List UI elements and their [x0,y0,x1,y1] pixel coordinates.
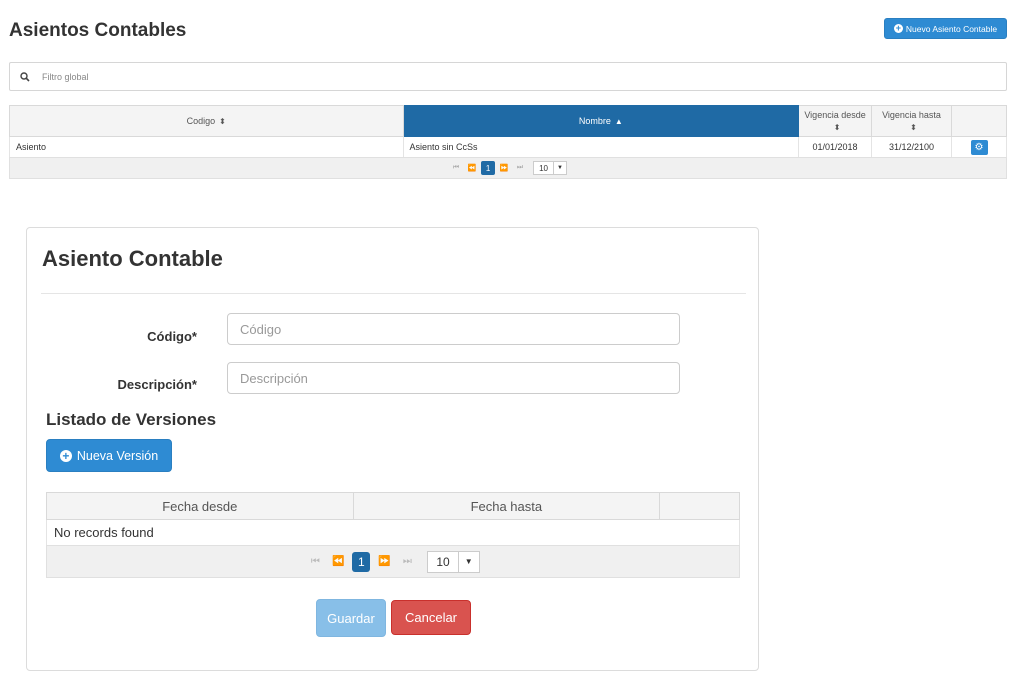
cell-vigencia-hasta: 31/12/2100 [871,136,952,158]
next-page-icon[interactable]: ⏩ [497,161,511,175]
cancel-button[interactable]: Cancelar [391,600,471,635]
cell-vigencia-desde: 01/01/2018 [798,136,873,158]
first-page-icon[interactable]: ⏮ [306,552,324,572]
plus-circle-icon: + [893,23,903,33]
codigo-input[interactable] [227,313,680,345]
cell-actions: ⚙ [951,136,1007,158]
chevron-down-icon: ▼ [552,162,566,174]
asientos-table: Codigo ⬍ Nombre ▲ Vigencia desde ⬍ Vigencia… [9,105,1007,158]
divider [41,293,746,294]
form-title: Asiento Contable [42,246,223,271]
new-asiento-button-label: Nuevo Asiento Contable [905,23,998,34]
column-header-actions [951,105,1007,137]
prev-page-icon[interactable]: ⏪ [465,161,479,175]
plus-circle-icon: + [59,449,72,462]
versions-title: Listado de Versiones [46,410,217,429]
global-filter-input[interactable] [40,70,440,83]
new-version-button-label: Nueva Versión [76,448,159,463]
new-version-button[interactable]: + Nueva Versión [46,439,172,472]
sort-icon: ⬍ [219,116,226,126]
column-header-actions [659,492,740,520]
gear-icon[interactable]: ⚙ [970,139,988,155]
chevron-down-icon: ▼ [457,551,479,572]
save-button[interactable]: Guardar [316,599,386,637]
prev-page-icon[interactable]: ⏪ [329,552,347,572]
column-header-fecha-hasta[interactable]: Fecha hasta [352,492,661,520]
first-page-icon[interactable]: ⏮ [449,161,463,175]
last-page-icon[interactable]: ⏭ [398,552,416,572]
page-title: Asientos Contables [9,20,187,41]
cell-codigo: Asiento [9,136,404,158]
new-asiento-button[interactable]: + Nuevo Asiento Contable [884,18,1007,39]
asiento-form-panel: Asiento Contable Código* Descripción* Li… [26,227,759,671]
versions-paginator: ⏮ ⏪ 1 ⏩ ⏭ 10 ▼ [46,545,740,578]
empty-row: No records found [46,519,740,546]
rows-per-page-select[interactable]: 10 ▼ [533,161,567,175]
sort-asc-icon: ▲ [614,116,623,126]
sort-icon: ⬍ [910,122,917,132]
last-page-icon[interactable]: ⏭ [513,161,527,175]
column-header-fecha-desde[interactable]: Fecha desde [46,492,354,520]
versions-table: Fecha desde Fecha hasta No records found [46,492,740,546]
codigo-label: Código* [147,329,197,344]
descripcion-input[interactable] [227,362,680,394]
column-header-vigencia-hasta[interactable]: Vigencia hasta ⬍ [871,105,952,137]
empty-message: No records found [46,519,740,546]
sort-icon: ⬍ [833,122,841,132]
column-header-nombre[interactable]: Nombre ▲ [402,105,800,137]
table-row[interactable]: Asiento Asiento sin CcSs 01/01/2018 31/1… [9,136,1007,158]
next-page-icon[interactable]: ⏩ [375,552,393,572]
page-button[interactable]: 1 [481,161,496,175]
search-icon [20,71,36,82]
page-button[interactable]: 1 [352,551,371,572]
column-header-codigo[interactable]: Codigo ⬍ [9,105,404,137]
rows-per-page-select[interactable]: 10 ▼ [427,550,480,573]
column-header-vigencia-desde[interactable]: Vigencia desde ⬍ [798,105,873,137]
cell-nombre: Asiento sin CcSs [402,136,800,158]
descripcion-label: Descripción* [117,377,197,392]
global-filter [9,62,1007,91]
table-paginator: ⏮ ⏪ 1 ⏩ ⏭ 10 ▼ [9,157,1007,179]
